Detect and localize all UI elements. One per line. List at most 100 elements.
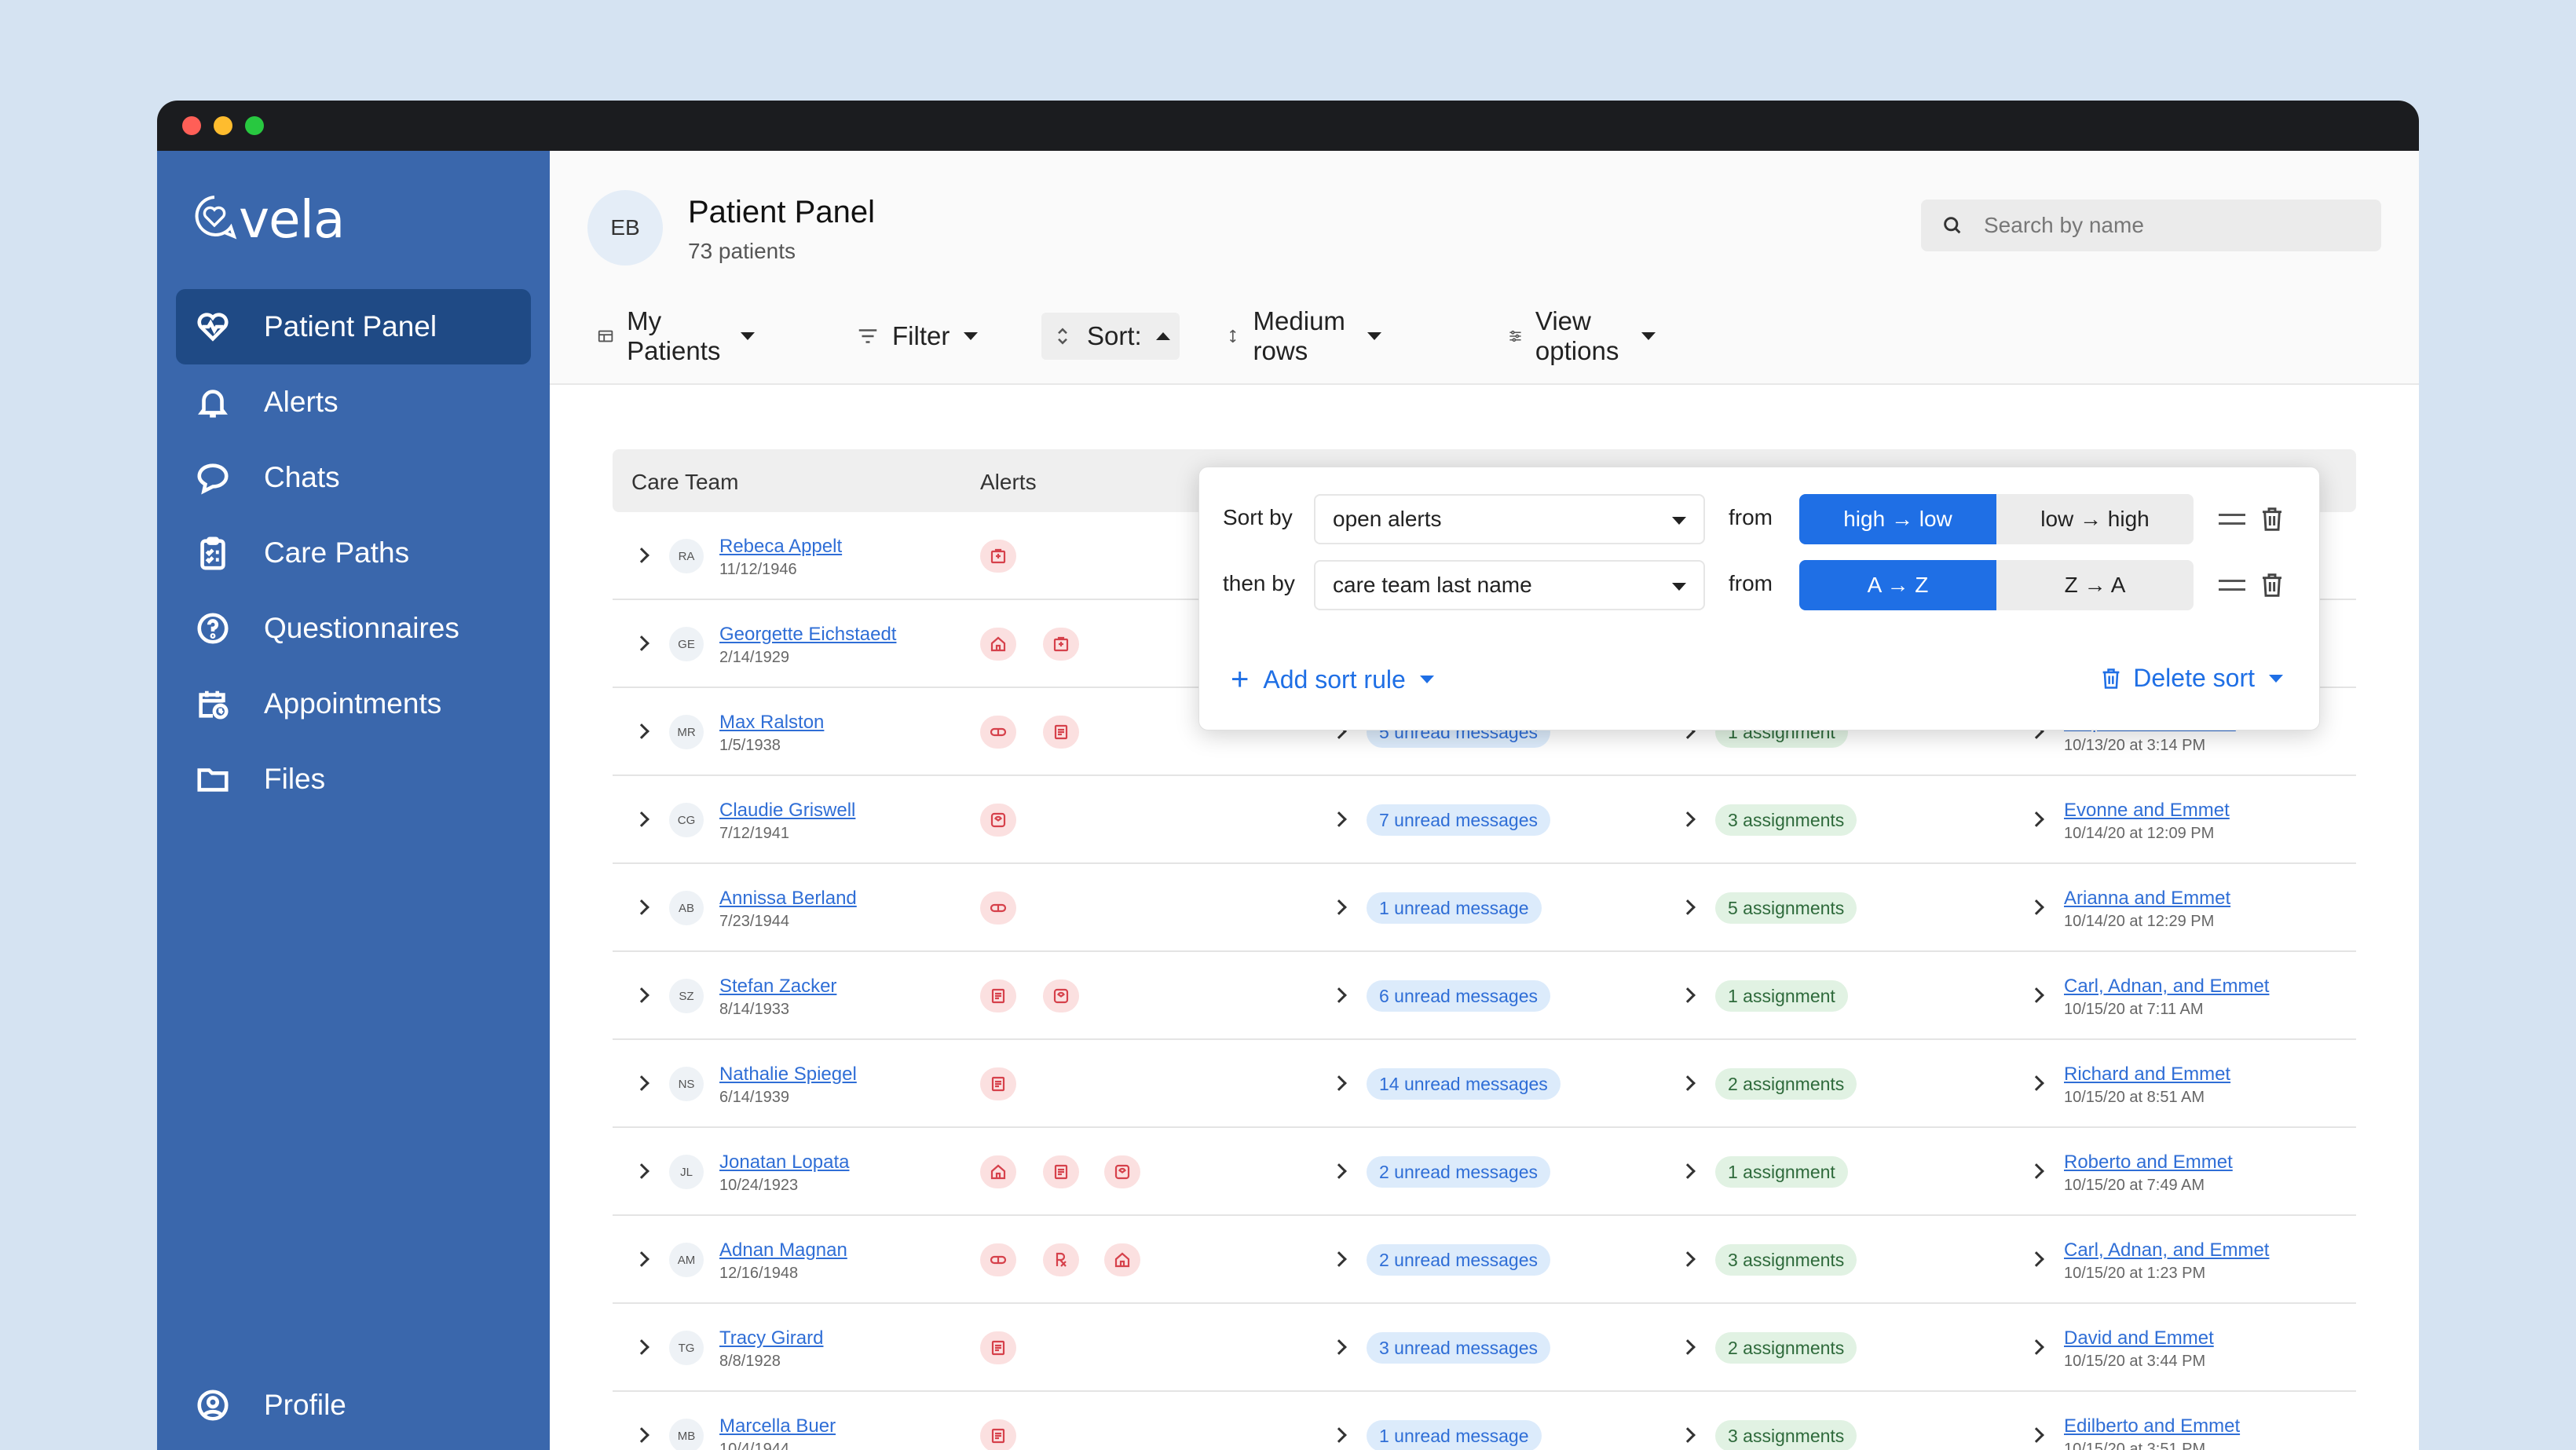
expand-row-chevron-icon[interactable] [634, 723, 649, 739]
expand-team-chevron-icon[interactable] [2029, 1251, 2044, 1267]
alert-badge[interactable] [980, 804, 1016, 837]
sort-dropdown[interactable]: Sort: [1041, 313, 1180, 360]
column-header-alerts[interactable]: Alerts [980, 470, 1037, 495]
expand-messages-chevron-icon[interactable] [1331, 987, 1347, 1003]
sidebar-item-chats[interactable]: Chats [176, 440, 531, 515]
alert-badge[interactable] [980, 1419, 1016, 1450]
expand-row-chevron-icon[interactable] [634, 635, 649, 651]
sidebar-item-patient-panel[interactable]: Patient Panel [176, 289, 531, 364]
table-row[interactable]: TG Tracy Girard 8/8/1928 3 unread messages 2… [613, 1304, 2356, 1392]
expand-row-chevron-icon[interactable] [634, 1339, 649, 1355]
alert-badge[interactable] [1043, 628, 1079, 661]
unread-messages-badge[interactable]: 3 unread messages [1367, 1332, 1551, 1364]
expand-messages-chevron-icon[interactable] [1331, 1427, 1347, 1443]
expand-assignments-chevron-icon[interactable] [1680, 987, 1696, 1003]
expand-row-chevron-icon[interactable] [634, 1251, 649, 1267]
alert-badge[interactable] [980, 979, 1016, 1012]
care-team-link[interactable]: Roberto and Emmet [2064, 1152, 2233, 1174]
patient-name-link[interactable]: Georgette Eichstaedt [719, 624, 896, 646]
expand-messages-chevron-icon[interactable] [1331, 811, 1347, 827]
alert-badge[interactable] [980, 1243, 1016, 1276]
sidebar-item-files[interactable]: Files [176, 741, 531, 817]
assignments-badge[interactable]: 2 assignments [1715, 1332, 1857, 1364]
table-row[interactable]: AB Annissa Berland 7/23/1944 1 unread messa… [613, 864, 2356, 952]
assignments-badge[interactable]: 3 assignments [1715, 1244, 1857, 1276]
care-team-link[interactable]: Carl, Adnan, and Emmet [2064, 1239, 2269, 1261]
expand-row-chevron-icon[interactable] [634, 811, 649, 827]
sidebar-item-profile[interactable]: Profile [195, 1387, 346, 1423]
app-logo[interactable]: vela [192, 185, 345, 250]
alert-badge[interactable] [1043, 1243, 1079, 1276]
add-sort-rule-button[interactable]: + Add sort rule [1231, 664, 1434, 695]
sidebar-item-questionnaires[interactable]: Questionnaires [176, 591, 531, 666]
expand-team-chevron-icon[interactable] [2029, 1075, 2044, 1091]
close-window-button[interactable] [182, 116, 201, 135]
alert-badge[interactable] [1043, 1155, 1079, 1188]
expand-messages-chevron-icon[interactable] [1331, 1251, 1347, 1267]
expand-assignments-chevron-icon[interactable] [1680, 811, 1696, 827]
user-avatar[interactable]: EB [587, 190, 663, 265]
care-team-link[interactable]: Carl, Adnan, and Emmet [2064, 976, 2269, 998]
alert-badge[interactable] [980, 716, 1016, 749]
assignments-badge[interactable]: 2 assignments [1715, 1068, 1857, 1100]
sort-direction-a-z[interactable]: A → Z [1799, 560, 1996, 610]
table-row[interactable]: MB Marcella Buer 10/4/1944 1 unread message… [613, 1392, 2356, 1450]
drag-handle-icon[interactable] [2219, 580, 2245, 591]
care-team-link[interactable]: Edilberto and Emmet [2064, 1415, 2240, 1437]
expand-assignments-chevron-icon[interactable] [1680, 1163, 1696, 1179]
alert-badge[interactable] [980, 540, 1016, 573]
maximize-window-button[interactable] [245, 116, 264, 135]
minimize-window-button[interactable] [214, 116, 232, 135]
expand-messages-chevron-icon[interactable] [1331, 1163, 1347, 1179]
remove-rule-button[interactable] [2259, 571, 2285, 599]
unread-messages-badge[interactable]: 1 unread message [1367, 892, 1542, 924]
expand-team-chevron-icon[interactable] [2029, 1339, 2044, 1355]
expand-row-chevron-icon[interactable] [634, 899, 649, 915]
filter-dropdown[interactable]: Filter [847, 313, 987, 360]
table-row[interactable]: AM Adnan Magnan 12/16/1948 2 unread message… [613, 1216, 2356, 1304]
unread-messages-badge[interactable]: 2 unread messages [1367, 1156, 1551, 1188]
expand-team-chevron-icon[interactable] [2029, 987, 2044, 1003]
sort-direction-z-a[interactable]: Z → A [1996, 560, 2194, 610]
expand-row-chevron-icon[interactable] [634, 1075, 649, 1091]
expand-team-chevron-icon[interactable] [2029, 1427, 2044, 1443]
table-row[interactable]: JL Jonatan Lopata 10/24/1923 2 unread messa… [613, 1128, 2356, 1216]
alert-badge[interactable] [1104, 1155, 1140, 1188]
expand-messages-chevron-icon[interactable] [1331, 1075, 1347, 1091]
expand-assignments-chevron-icon[interactable] [1680, 899, 1696, 915]
alert-badge[interactable] [980, 628, 1016, 661]
table-row[interactable]: CG Claudie Griswell 7/12/1941 7 unread mess… [613, 776, 2356, 864]
then-field-select[interactable]: care team last name [1314, 560, 1705, 610]
patient-name-link[interactable]: Marcella Buer [719, 1415, 836, 1437]
sort-direction-low-high[interactable]: low → high [1996, 494, 2194, 544]
sidebar-item-alerts[interactable]: Alerts [176, 364, 531, 440]
expand-assignments-chevron-icon[interactable] [1680, 1427, 1696, 1443]
assignments-badge[interactable]: 3 assignments [1715, 804, 1857, 836]
expand-messages-chevron-icon[interactable] [1331, 1339, 1347, 1355]
assignments-badge[interactable]: 5 assignments [1715, 892, 1857, 924]
expand-row-chevron-icon[interactable] [634, 1427, 649, 1443]
delete-sort-button[interactable]: Delete sort [2100, 664, 2283, 693]
patient-name-link[interactable]: Stefan Zacker [719, 976, 836, 998]
expand-team-chevron-icon[interactable] [2029, 1163, 2044, 1179]
alert-badge[interactable] [1043, 979, 1079, 1012]
expand-row-chevron-icon[interactable] [634, 987, 649, 1003]
patient-name-link[interactable]: Nathalie Spiegel [719, 1064, 857, 1086]
expand-messages-chevron-icon[interactable] [1331, 899, 1347, 915]
patient-name-link[interactable]: Jonatan Lopata [719, 1152, 849, 1174]
alert-badge[interactable] [1104, 1243, 1140, 1276]
assignments-badge[interactable]: 3 assignments [1715, 1420, 1857, 1450]
expand-assignments-chevron-icon[interactable] [1680, 1251, 1696, 1267]
alert-badge[interactable] [980, 1067, 1016, 1100]
alert-badge[interactable] [980, 1155, 1016, 1188]
my-patients-dropdown[interactable]: My Patients [587, 306, 764, 365]
alert-badge[interactable] [1043, 716, 1079, 749]
unread-messages-badge[interactable]: 6 unread messages [1367, 980, 1551, 1012]
sort-direction-toggle[interactable]: high → low low → high [1799, 494, 2194, 544]
remove-rule-button[interactable] [2259, 505, 2285, 533]
expand-row-chevron-icon[interactable] [634, 1163, 649, 1179]
patient-name-link[interactable]: Tracy Girard [719, 1327, 823, 1349]
care-team-link[interactable]: Richard and Emmet [2064, 1064, 2230, 1086]
table-row[interactable]: NS Nathalie Spiegel 6/14/1939 14 unread mes… [613, 1040, 2356, 1128]
care-team-link[interactable]: David and Emmet [2064, 1327, 2214, 1349]
